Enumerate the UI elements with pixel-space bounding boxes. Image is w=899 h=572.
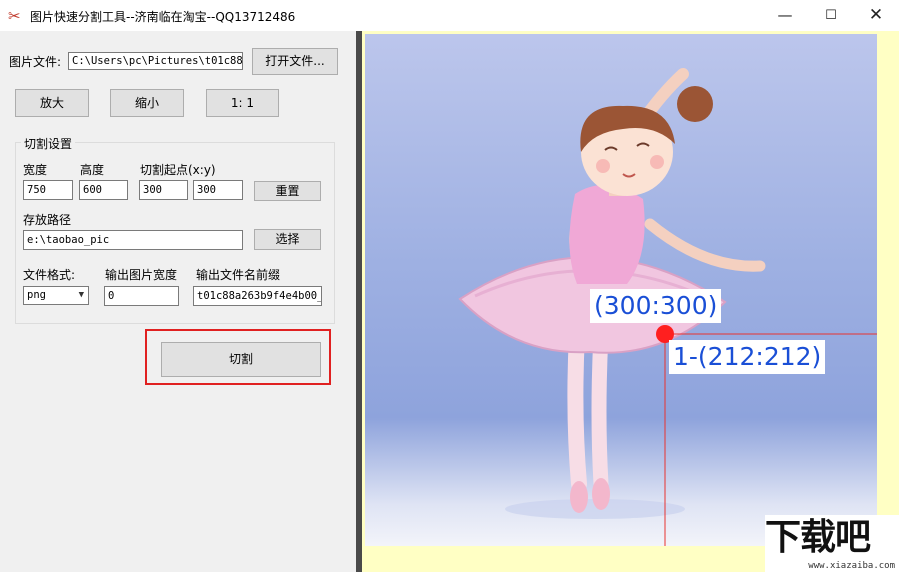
zoom-in-button[interactable]: 放大 [15, 89, 89, 117]
watermark-text: 下载吧 [765, 517, 871, 558]
output-width-input[interactable]: 0 [104, 286, 179, 306]
preview-pane: (300:300) 1-(212:212) [362, 31, 899, 572]
start-x-input[interactable]: 300 [139, 180, 188, 200]
image-file-path-input[interactable]: C:\Users\pc\Pictures\t01c88a [68, 52, 243, 70]
watermark-logo: 下载吧 www.xiazaiba.com [765, 515, 899, 572]
width-label: 宽度 [23, 163, 48, 177]
start-point-label: 切割起点(x:y) [140, 163, 216, 177]
filename-prefix-input[interactable]: t01c88a263b9f4e4b00_W [193, 286, 322, 306]
zoom-out-button[interactable]: 缩小 [110, 89, 184, 117]
save-path-label: 存放路径 [23, 213, 72, 227]
height-label: 高度 [80, 163, 105, 177]
file-format-value: png [27, 289, 46, 301]
preview-image[interactable]: (300:300) 1-(212:212) [365, 34, 877, 546]
start-point-coordinate: (300:300) [590, 289, 722, 323]
watermark-url: www.xiazaiba.com [808, 561, 895, 571]
chevron-down-icon: ▼ [78, 290, 84, 300]
title-bar: ✂ 图片快速分割工具--济南临在淘宝--QQ13712486 — ☐ ✕ [0, 0, 899, 32]
save-path-input[interactable]: e:\taobao_pic [23, 230, 243, 250]
maximize-button[interactable]: ☐ [808, 0, 854, 31]
width-input[interactable]: 750 [23, 180, 73, 200]
control-panel: 图片文件: C:\Users\pc\Pictures\t01c88a 打开文件.… [0, 31, 356, 572]
filename-prefix-label: 输出文件名前缀 [196, 268, 281, 282]
cut-settings-title: 切割设置 [21, 135, 76, 152]
tile-coordinate: 1-(212:212) [669, 340, 826, 374]
open-file-button[interactable]: 打开文件... [252, 48, 338, 75]
start-y-input[interactable]: 300 [193, 180, 243, 200]
close-button[interactable]: ✕ [853, 0, 899, 31]
output-width-label: 输出图片宽度 [105, 268, 178, 282]
actual-size-button[interactable]: 1: 1 [206, 89, 279, 117]
cut-button[interactable]: 切割 [161, 342, 321, 377]
choose-path-button[interactable]: 选择 [254, 229, 321, 250]
minimize-button[interactable]: — [762, 0, 808, 31]
scissors-icon: ✂ [8, 7, 21, 25]
window-title: 图片快速分割工具--济南临在淘宝--QQ13712486 [30, 10, 296, 24]
format-label: 文件格式: [23, 268, 76, 282]
file-format-select[interactable]: png ▼ [23, 286, 89, 305]
image-file-label: 图片文件: [9, 55, 62, 69]
reset-button[interactable]: 重置 [254, 181, 321, 201]
height-input[interactable]: 600 [79, 180, 128, 200]
